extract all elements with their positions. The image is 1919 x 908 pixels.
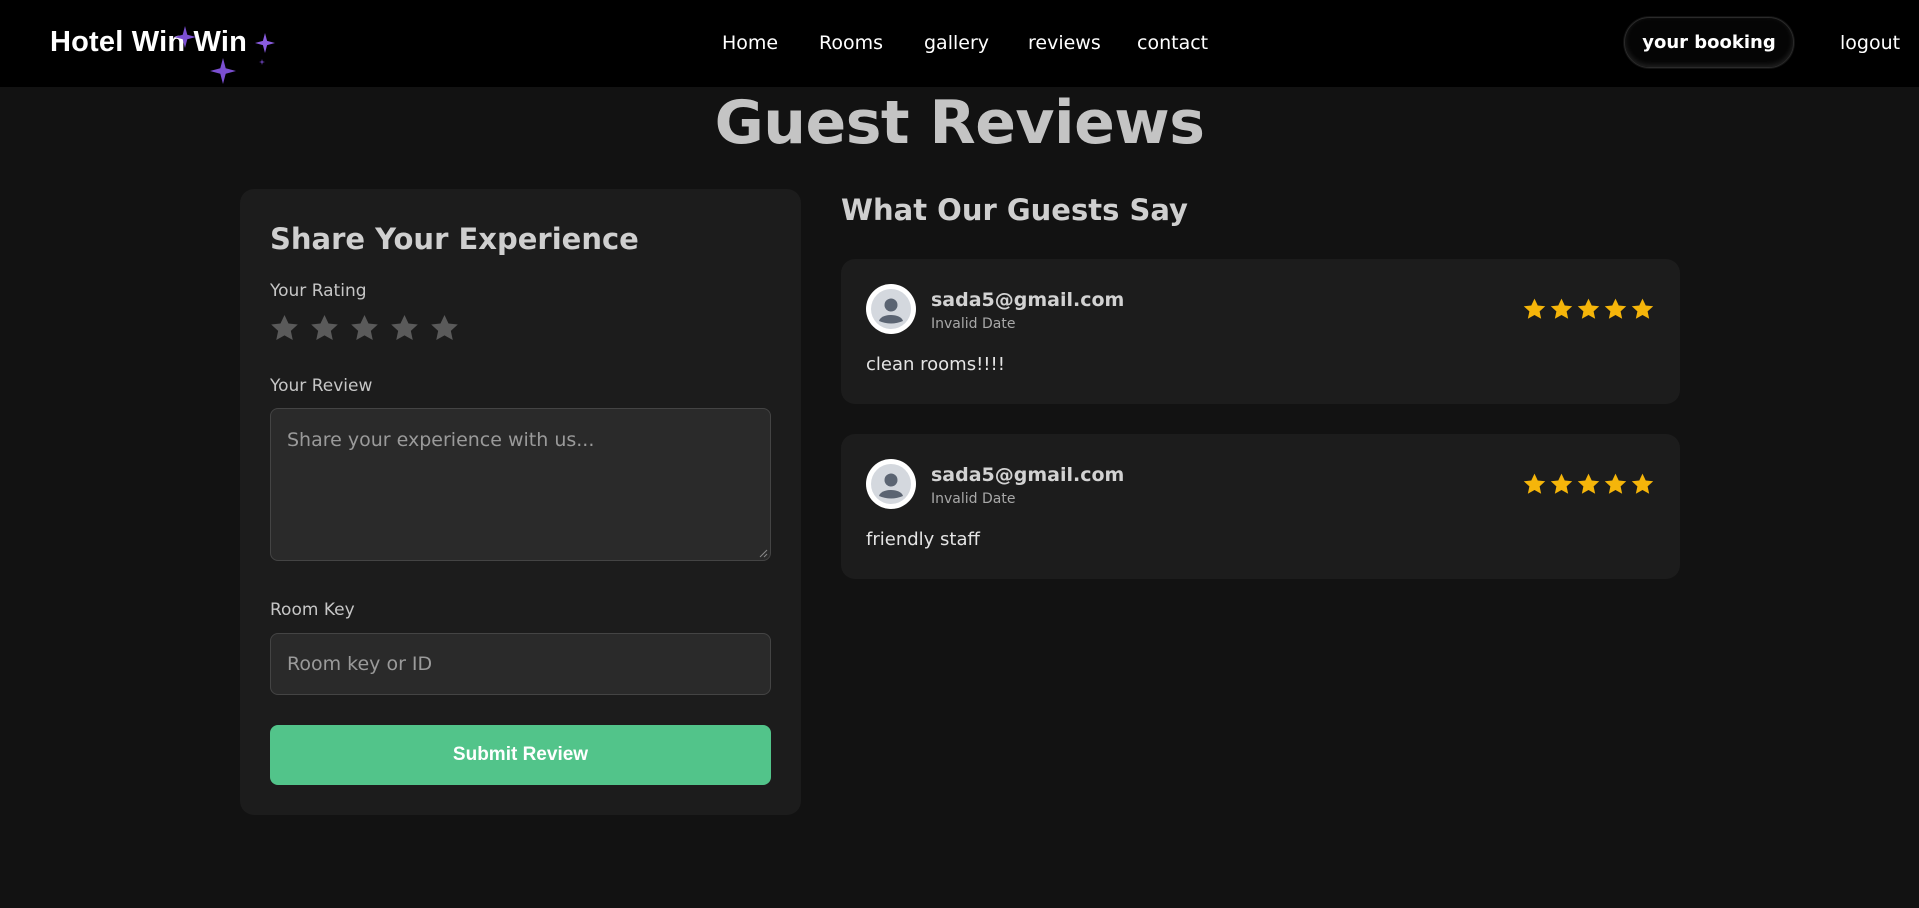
navbar: Hotel Win Win Home Rooms gallery reviews… — [0, 0, 1919, 87]
star-icon[interactable] — [429, 313, 460, 344]
review-rating — [1522, 297, 1655, 322]
logo-text: Hotel Win Win — [50, 26, 247, 58]
star-icon — [1523, 298, 1546, 319]
room-key-label: Room Key — [270, 600, 355, 620]
review-author: sada5@gmail.com — [931, 464, 1125, 486]
review-card: sada5@gmail.com Invalid Date clean rooms… — [841, 259, 1680, 404]
logout-link[interactable]: logout — [1840, 32, 1900, 54]
nav-link-home[interactable]: Home — [722, 32, 778, 54]
review-form-card: Share Your Experience Your Rating Your R… — [240, 189, 801, 815]
star-icon — [1550, 298, 1573, 319]
logo[interactable]: Hotel Win Win — [50, 26, 247, 59]
star-icon — [1631, 298, 1654, 319]
review-author: sada5@gmail.com — [931, 289, 1125, 311]
resize-grip-icon[interactable] — [759, 549, 768, 558]
star-icon — [1631, 473, 1654, 494]
review-text: clean rooms!!!! — [866, 354, 1005, 375]
star-icon[interactable] — [309, 313, 340, 344]
rating-label: Your Rating — [270, 281, 367, 301]
review-rating — [1522, 472, 1655, 497]
review-date: Invalid Date — [931, 316, 1016, 332]
user-avatar-icon — [866, 284, 916, 334]
user-avatar-icon — [866, 459, 916, 509]
review-label: Your Review — [270, 376, 373, 396]
star-icon — [1604, 298, 1627, 319]
review-textarea[interactable] — [270, 408, 771, 561]
star-icon[interactable] — [349, 313, 380, 344]
nav-link-contact[interactable]: contact — [1137, 32, 1208, 54]
submit-review-button[interactable]: Submit Review — [270, 725, 771, 785]
review-date: Invalid Date — [931, 491, 1016, 507]
your-booking-button[interactable]: your booking — [1624, 17, 1794, 68]
sparkle-icon — [255, 33, 275, 53]
star-icon — [1577, 473, 1600, 494]
room-key-input[interactable] — [270, 633, 771, 695]
sparkle-icon — [210, 58, 236, 84]
star-icon — [1550, 473, 1573, 494]
star-icon — [1523, 473, 1546, 494]
star-icon — [1577, 298, 1600, 319]
nav-link-rooms[interactable]: Rooms — [819, 32, 883, 54]
review-card: sada5@gmail.com Invalid Date friendly st… — [841, 434, 1680, 579]
sparkle-icon — [174, 26, 196, 48]
star-icon — [1604, 473, 1627, 494]
star-icon[interactable] — [269, 313, 300, 344]
nav-link-gallery[interactable]: gallery — [924, 32, 989, 54]
sparkle-icon — [259, 59, 265, 65]
star-icon[interactable] — [389, 313, 420, 344]
nav-link-reviews[interactable]: reviews — [1028, 32, 1101, 54]
reviews-title: What Our Guests Say — [841, 193, 1188, 227]
form-title: Share Your Experience — [270, 222, 639, 256]
review-text: friendly staff — [866, 529, 980, 550]
rating-input — [269, 313, 460, 344]
page-title: Guest Reviews — [714, 88, 1205, 158]
